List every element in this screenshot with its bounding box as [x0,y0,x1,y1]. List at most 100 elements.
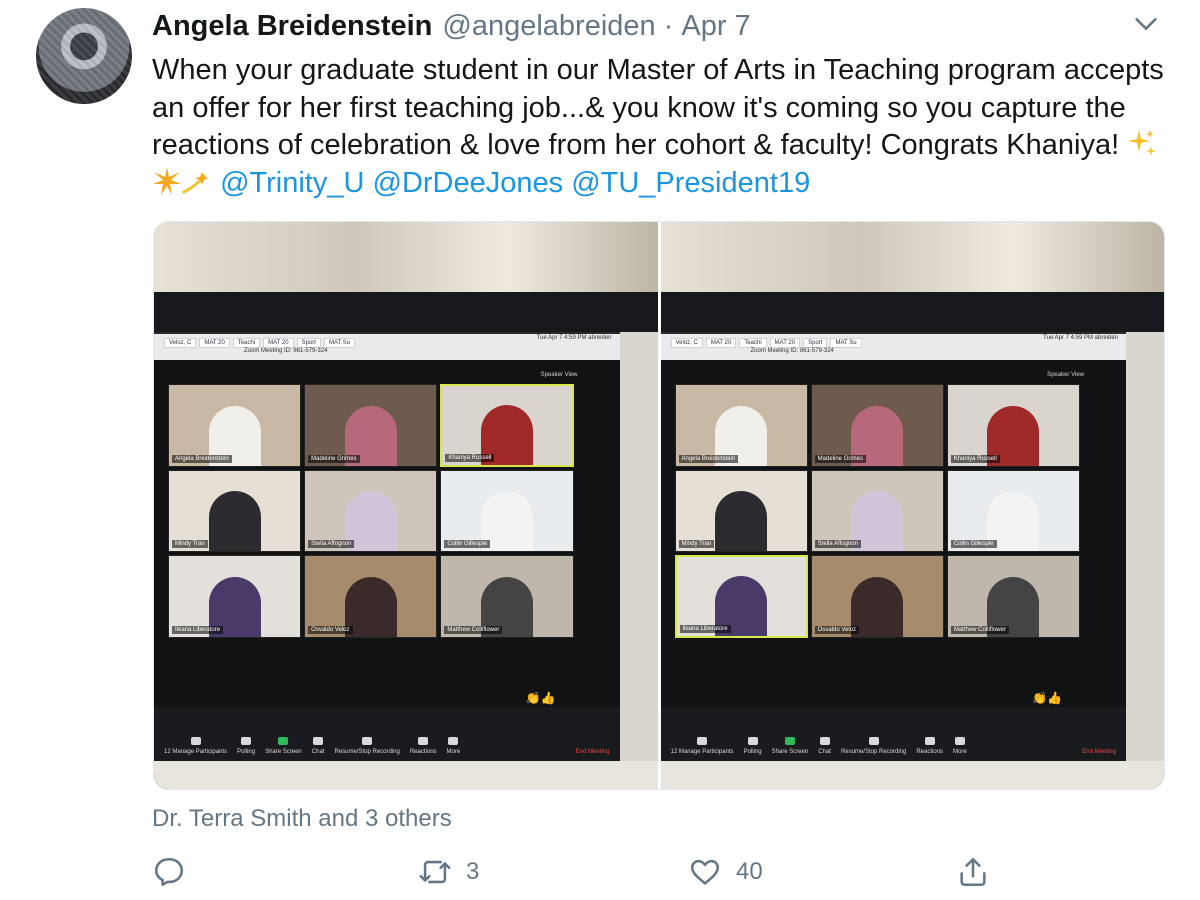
participant-tile[interactable]: Khaniya Russell [946,384,1080,467]
manage-participants-button[interactable]: 12 Manage Participants [671,737,734,755]
toolbar-label: Manage Participants [678,749,734,755]
browser-tab[interactable]: MAT Su [830,338,862,348]
author-avatar[interactable] [36,8,132,104]
browser-tab[interactable]: Veloz, C [670,338,703,348]
chat-button[interactable]: Chat [818,737,831,755]
participant-tile[interactable]: Madeline Grimes [304,384,438,467]
participant-tile[interactable]: Mindy Tran [168,469,302,553]
polling-button[interactable]: Polling [744,737,762,755]
end-meeting-button[interactable]: End Meeting [1082,749,1116,755]
participant-tile[interactable]: Osvaldo Veloz [304,555,438,638]
tweet-body: When your graduate student in our Master… [152,54,1164,161]
share-icon [960,857,986,887]
participant-name: Osvaldo Veloz [814,625,860,634]
zoom-toolbar: 12 Manage Participants Polling Share Scr… [660,707,1126,761]
tweet-photo-1[interactable]: Veloz, C MAT 20 Teachi MAT 20 Sport MAT … [154,222,658,789]
author-name[interactable]: Angela Breidenstein [152,10,432,43]
participant-tile[interactable]: Matthew Colliflower [440,555,574,638]
participant-tile[interactable]: Angela Breidenstein [674,384,808,467]
like-button[interactable]: 40 [688,855,763,889]
desk-surface [154,761,658,789]
browser-tab[interactable]: MAT 20 [769,338,801,348]
header-separator: · [663,9,674,42]
heart-icon [690,859,720,885]
tweet-date[interactable]: Apr 7 [681,10,750,43]
mention-link[interactable]: @Trinity_U [220,167,364,199]
more-button[interactable]: More [953,737,967,755]
record-icon [362,737,373,745]
browser-tab[interactable]: Teachi [232,338,261,348]
toolbar-label: More [446,749,461,755]
liked-by-summary[interactable]: Dr. Terra Smith and 3 others [152,805,452,833]
room-wall [619,332,658,789]
browser-tab[interactable]: MAT 20 [199,338,230,348]
participant-tile[interactable]: Ileana Liberatore [674,555,808,638]
mention-link[interactable]: @DrDeeJones [373,167,564,199]
polling-button[interactable]: Polling [237,737,255,755]
participant-tile[interactable]: Collin Gillespie [946,469,1080,553]
participant-tile[interactable]: Osvaldo Veloz [810,555,944,638]
system-status-bar: Tue Apr 7 4:59 PM abreiden [1043,335,1118,341]
toolbar-label: Chat [311,749,325,755]
record-icon [868,737,879,745]
participant-body [851,576,904,637]
participant-tile[interactable]: Matthew Colliflower [946,555,1080,638]
reaction-emojis: 👏👍 [1032,691,1062,705]
participant-tile[interactable]: Khaniya Russell [440,384,574,467]
mention-link[interactable]: @TU_President19 [571,167,810,199]
chat-icon [819,737,830,745]
tweet-header: Angela Breidenstein @angelabreiden · Apr… [152,8,751,44]
recording-button[interactable]: Resume/Stop Recording [841,737,906,755]
browser-toolbar: Veloz, C MAT 20 Teachi MAT 20 Sport MAT … [660,334,1126,360]
browser-tab[interactable]: Teachi [739,338,767,348]
toolbar-label: Polling [237,749,256,755]
toolbar-label: Chat [818,749,831,755]
browser-tab[interactable]: MAT 20 [705,338,737,348]
speaker-view-toggle[interactable]: Speaker View [541,372,578,378]
monitor-bezel [660,292,1164,332]
toolbar-label: Reactions [916,749,944,755]
participant-tile[interactable]: Madeline Grimes [810,384,944,467]
end-meeting-button[interactable]: End Meeting [576,749,610,755]
reactions-button[interactable]: Reactions [916,737,943,755]
system-status-bar: Tue Apr 7 4:59 PM abreiden [536,335,612,341]
participant-tile[interactable]: Stella Affognon [304,469,438,553]
participant-name: Matthew Colliflower [950,625,1009,634]
tweet-photo-2[interactable]: Veloz, C MAT 20 Teachi MAT 20 Sport MAT … [660,222,1164,789]
participant-name: Collin Gillespie [950,540,997,549]
browser-tab[interactable]: Sport [296,338,321,348]
speaker-view-toggle[interactable]: Speaker View [1047,372,1084,378]
reactions-button[interactable]: Reactions [410,737,437,755]
participant-tile[interactable]: Collin Gillespie [440,469,574,553]
toolbar-label: Manage Participants [172,749,228,755]
participant-tile[interactable]: Stella Affognon [810,469,944,553]
browser-tab[interactable]: Sport [803,338,828,348]
participant-count: 12 [670,749,678,755]
author-handle[interactable]: @angelabreiden [442,10,655,43]
browser-tab[interactable]: MAT 20 [263,338,294,348]
participant-tile[interactable]: Angela Breidenstein [168,384,302,467]
reply-button[interactable] [152,855,200,889]
tweet-text: When your graduate student in our Master… [152,52,1172,202]
manage-participants-button[interactable]: 12 Manage Participants [164,737,227,755]
browser-tab[interactable]: Veloz, C [164,338,197,348]
share-button[interactable] [956,855,990,889]
participant-count: 12 [164,749,171,755]
share-screen-button[interactable]: Share Screen [265,737,302,755]
share-screen-button[interactable]: Share Screen [772,737,808,755]
participant-tile[interactable]: Ileana Liberatore [168,555,302,638]
more-button[interactable]: More [446,737,461,755]
glowing-star-emoji-icon [153,166,181,195]
retweet-icon [419,860,451,884]
toolbar-label: Resume/Stop Recording [334,749,400,755]
participant-name: Khaniya Russell [445,453,495,462]
chevron-down-icon[interactable] [1132,10,1160,38]
room-ceiling [154,222,658,292]
participant-name: Osvaldo Veloz [308,625,353,634]
recording-button[interactable]: Resume/Stop Recording [334,737,400,755]
participant-tile[interactable]: Mindy Tran [674,469,808,553]
browser-tab[interactable]: MAT Su [323,338,356,348]
participant-name: Angela Breidenstein [172,454,232,463]
chat-button[interactable]: Chat [311,737,325,755]
retweet-button[interactable]: 3 [418,855,479,889]
